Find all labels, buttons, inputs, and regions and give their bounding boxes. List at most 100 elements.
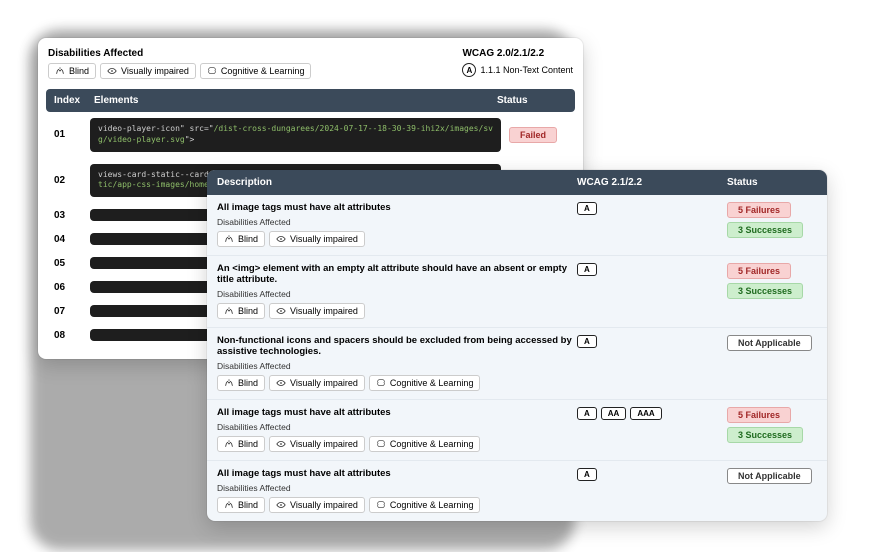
blind-icon [224,378,234,388]
rule-title: An <img> element with an empty alt attri… [217,263,577,285]
wcag-level-a: A [577,202,597,215]
wcag-level-aaa: AAA [630,407,661,420]
chip-visually-impaired[interactable]: Visually impaired [269,303,365,319]
row-index: 07 [50,306,90,317]
disability-chips: BlindVisually impairedCognitive & Learni… [217,375,577,391]
chip-blind[interactable]: Blind [217,436,265,452]
chip-visually-impaired[interactable]: Visually impaired [269,231,365,247]
disability-chips: BlindVisually impaired [217,231,577,247]
status-badge-success: 3 Successes [727,427,803,443]
wcag-level-aa: AA [601,407,627,420]
chip-blind[interactable]: Blind [48,63,96,79]
element-code: video-player-icon" src="/dist-cross-dung… [90,118,501,152]
rule-status: Not Applicable [727,335,817,391]
disabilities-affected-label: Disabilities Affected [217,289,577,299]
blind-icon [224,500,234,510]
rule-title: All image tags must have alt attributes [217,202,577,213]
front-table-header: Description WCAG 2.1/2.2 Status [207,170,827,195]
eye-icon [276,234,286,244]
row-index: 03 [50,210,90,221]
wcag-level-a: A [577,468,597,481]
wcag-rule-id: 1.1.1 Non-Text Content [480,65,573,75]
col-status-label: Status [727,177,817,188]
rules-list-panel: Description WCAG 2.1/2.2 Status All imag… [207,170,827,521]
row-index: 02 [50,175,90,186]
chip-blind[interactable]: Blind [217,231,265,247]
disabilities-affected-label: Disabilities Affected [217,361,577,371]
chip-cognitive-learning[interactable]: Cognitive & Learning [369,436,481,452]
rule-title: Non-functional icons and spacers should … [217,335,577,357]
row-status: Failed [501,127,571,143]
status-badge-na: Not Applicable [727,335,812,351]
blind-icon [224,234,234,244]
status-badge-failed: Failed [509,127,557,143]
disability-chips: BlindVisually impairedCognitive & Learni… [217,436,577,452]
status-badge-fail: 5 Failures [727,202,791,218]
brain-icon [376,439,386,449]
status-badge-fail: 5 Failures [727,407,791,423]
col-elements-label: Elements [94,95,497,106]
disabilities-affected-label: Disabilities Affected [48,48,311,59]
col-wcag-label: WCAG 2.1/2.2 [577,177,727,188]
row-index: 08 [50,330,90,341]
chip-blind[interactable]: Blind [217,497,265,513]
chip-cognitive[interactable]: Cognitive & Learning [200,63,312,79]
wcag-version-label: WCAG 2.0/2.1/2.2 [462,48,573,59]
chip-cognitive-learning[interactable]: Cognitive & Learning [369,497,481,513]
eye-icon [276,500,286,510]
rule-row[interactable]: An <img> element with an empty alt attri… [207,256,827,328]
blind-icon [55,66,65,76]
status-badge-na: Not Applicable [727,468,812,484]
wcag-levels: A [577,263,727,319]
status-badge-success: 3 Successes [727,283,803,299]
disability-chips: BlindVisually impaired [217,303,577,319]
wcag-levels: A [577,468,727,513]
eye-icon [276,439,286,449]
rule-row[interactable]: All image tags must have alt attributes D… [207,195,827,256]
rule-status: 5 Failures 3 Successes [727,202,817,247]
rule-title: All image tags must have alt attributes [217,407,577,418]
rule-status: 5 Failures 3 Successes [727,263,817,319]
chip-blind[interactable]: Blind [217,303,265,319]
disabilities-affected-label: Disabilities Affected [217,217,577,227]
wcag-level-a: A [577,263,597,276]
rule-row[interactable]: All image tags must have alt attributes D… [207,400,827,461]
row-index: 01 [50,129,90,140]
chip-visually-impaired[interactable]: Visually impaired [269,497,365,513]
col-description-label: Description [217,177,577,188]
blind-icon [224,439,234,449]
rule-status: 5 Failures 3 Successes [727,407,817,452]
wcag-level-a: A [577,335,597,348]
status-badge-success: 3 Successes [727,222,803,238]
eye-icon [276,378,286,388]
status-badge-fail: 5 Failures [727,263,791,279]
table-row[interactable]: 01video-player-icon" src="/dist-cross-du… [46,112,575,158]
row-index: 05 [50,258,90,269]
brain-icon [207,66,217,76]
wcag-levels: A [577,202,727,247]
rule-title: All image tags must have alt attributes [217,468,577,479]
chip-blind[interactable]: Blind [217,375,265,391]
table-header: Index Elements Status [46,89,575,112]
row-index: 04 [50,234,90,245]
rule-row[interactable]: All image tags must have alt attributes D… [207,461,827,521]
col-status-label: Status [497,95,567,106]
col-index-label: Index [54,95,94,106]
wcag-levels: AAAAAA [577,407,727,452]
brain-icon [376,500,386,510]
eye-icon [107,66,117,76]
chip-visually-impaired[interactable]: Visually impaired [100,63,196,79]
wcag-level-a: A [577,407,597,420]
chip-visually-impaired[interactable]: Visually impaired [269,436,365,452]
rule-status: Not Applicable [727,468,817,513]
chip-visually-impaired[interactable]: Visually impaired [269,375,365,391]
chip-cognitive-learning[interactable]: Cognitive & Learning [369,375,481,391]
disabilities-affected-label: Disabilities Affected [217,422,577,432]
eye-icon [276,306,286,316]
wcag-level-badge: A [462,63,476,77]
rule-row[interactable]: Non-functional icons and spacers should … [207,328,827,400]
disabilities-affected-label: Disabilities Affected [217,483,577,493]
brain-icon [376,378,386,388]
wcag-levels: A [577,335,727,391]
row-index: 06 [50,282,90,293]
